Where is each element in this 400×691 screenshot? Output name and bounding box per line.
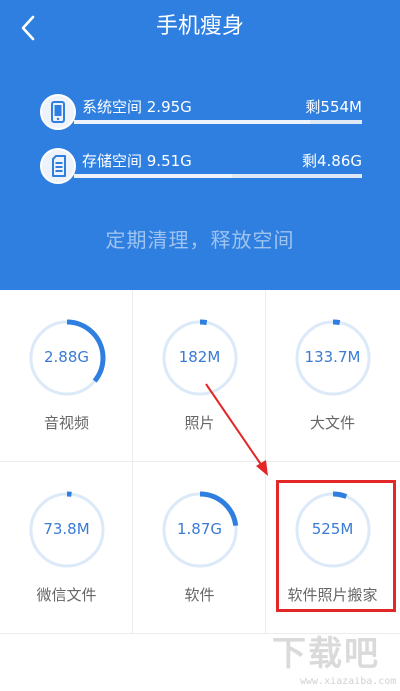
watermark-logo: 下载吧 [272, 634, 380, 674]
system-storage-bar [74, 120, 362, 124]
slogan-text: 定期清理，释放空间 [105, 228, 295, 252]
category-name: 微信文件 [36, 586, 97, 604]
category-large-files[interactable]: 133.7M 大文件 [266, 290, 400, 462]
category-name: 音视频 [43, 414, 89, 432]
category-size: 2.88G [43, 348, 90, 366]
header-bar: 手机瘦身 系统空间 2.95G 剩554M 存储空间 9.51G 剩4.86G … [0, 0, 400, 290]
internal-storage-bar-fill [74, 174, 233, 178]
category-size: 1.87G [176, 520, 223, 538]
category-name: 照片 [184, 414, 215, 432]
category-name: 软件 [184, 586, 215, 604]
internal-storage-remaining: 剩4.86G [301, 152, 362, 170]
category-audio-video[interactable]: 2.88G 音视频 [0, 290, 133, 462]
internal-storage-bar [74, 174, 362, 178]
internal-storage-row: 存储空间 9.51G 剩4.86G [40, 148, 362, 188]
category-name: 大文件 [309, 414, 355, 432]
category-size: 73.8M [43, 520, 90, 538]
page-title: 手机瘦身 [155, 14, 244, 39]
category-wechat-files[interactable]: 73.8M 微信文件 [0, 462, 133, 634]
category-size: 182M [178, 348, 221, 366]
system-storage-label: 系统空间 2.95G [82, 98, 192, 116]
watermark-url: www.xiazaiba.com [300, 676, 397, 687]
phone-icon [40, 94, 76, 130]
category-size: 133.7M [304, 348, 361, 366]
internal-storage-label: 存储空间 9.51G [82, 152, 192, 170]
category-photos[interactable]: 182M 照片 [133, 290, 266, 462]
annotation-highlight-box [276, 480, 396, 612]
system-storage-remaining: 剩554M [305, 98, 362, 116]
system-storage-bar-fill [74, 120, 311, 124]
system-storage-row: 系统空间 2.95G 剩554M [40, 94, 362, 134]
category-apps[interactable]: 1.87G 软件 [133, 462, 266, 634]
sd-card-icon [40, 148, 76, 184]
